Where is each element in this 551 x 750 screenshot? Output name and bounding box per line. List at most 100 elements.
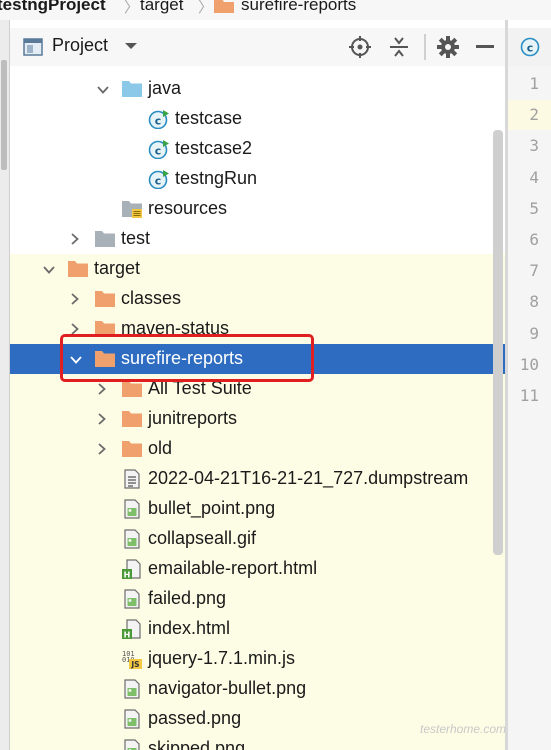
line-number: 10 xyxy=(519,354,539,374)
line-number: 8 xyxy=(529,292,539,312)
tree-row[interactable]: java xyxy=(10,74,505,104)
java-class-icon: c xyxy=(148,109,170,130)
tree-row[interactable]: skipped.png xyxy=(10,734,505,750)
svg-text:c: c xyxy=(155,115,162,128)
chevron-right-icon[interactable] xyxy=(70,322,80,335)
breadcrumb-target[interactable]: target xyxy=(140,0,183,15)
chevron-right-icon[interactable] xyxy=(70,232,80,245)
line-number: 6 xyxy=(529,230,539,249)
line-number: 11 xyxy=(519,386,539,405)
tree-row-label: junitreports xyxy=(148,408,238,428)
crosshair-icon[interactable] xyxy=(348,35,372,59)
svg-text:c: c xyxy=(155,175,162,188)
folder-gray-icon xyxy=(94,229,116,249)
tree-row[interactable]: collapseall.gif xyxy=(10,524,505,554)
tree-row-label: classes xyxy=(121,288,182,308)
tree-row[interactable]: 2022-04-21T16-21-21_727.dumpstream xyxy=(10,464,505,494)
tree-row-label: bullet_point.png xyxy=(148,498,276,518)
left-tool-strip[interactable] xyxy=(0,20,10,750)
tree-row[interactable]: Hemailable-report.html xyxy=(10,554,505,584)
tree-row[interactable]: test xyxy=(10,224,505,254)
image-file-icon xyxy=(121,529,143,549)
tree-row-label: index.html xyxy=(148,618,231,638)
tree-row[interactable]: target xyxy=(10,254,505,284)
svg-text:H: H xyxy=(124,631,131,640)
project-panel-header: Project xyxy=(10,28,505,66)
line-number: 3 xyxy=(529,136,539,156)
html-file-icon: H xyxy=(121,619,143,640)
text-file-icon xyxy=(121,469,143,489)
html-file-icon: H xyxy=(121,559,143,580)
tree-row-label: jquery-1.7.1.min.js xyxy=(148,648,296,668)
chevron-right-icon[interactable] xyxy=(97,442,107,455)
folder-orange-icon xyxy=(67,259,89,279)
project-view-title[interactable]: Project xyxy=(52,35,108,56)
folder-orange-icon xyxy=(121,439,143,459)
breadcrumb-project[interactable]: testngProject xyxy=(0,0,106,15)
tree-row[interactable]: c testngRun xyxy=(10,164,505,194)
line-number: 1 xyxy=(529,74,539,93)
collapse-all-icon[interactable] xyxy=(387,35,411,59)
line-number: 7 xyxy=(529,261,539,281)
tree-row[interactable]: navigator-bullet.png xyxy=(10,674,505,704)
tree-row[interactable]: c testcase2 xyxy=(10,134,505,164)
tree-row-label: target xyxy=(94,258,141,278)
image-file-icon xyxy=(121,679,143,699)
tree-row-label: testngRun xyxy=(175,168,258,188)
java-class-icon[interactable]: c xyxy=(520,37,542,57)
tree-scrollbar-thumb[interactable] xyxy=(493,130,503,555)
line-number: 9 xyxy=(529,323,539,343)
chevron-down-icon[interactable] xyxy=(124,39,138,51)
folder-orange-icon xyxy=(94,289,116,309)
tree-row[interactable]: 101 010 JS jquery-1.7.1.min.js xyxy=(10,644,505,674)
tree-row-label: skipped.png xyxy=(148,738,246,750)
tree-row-label: testcase xyxy=(175,108,243,128)
chevron-right-icon[interactable] xyxy=(97,382,107,395)
tree-row-label: navigator-bullet.png xyxy=(148,678,307,698)
chevron-right-icon[interactable] xyxy=(70,292,80,305)
tree-row[interactable]: bullet_point.png xyxy=(10,494,505,524)
folder-orange-icon xyxy=(121,379,143,399)
tree-row[interactable]: resources xyxy=(10,194,505,224)
js-file-icon: 101 010 JS xyxy=(121,649,143,669)
java-class-icon: c xyxy=(148,169,170,190)
tree-row-label: old xyxy=(148,438,173,458)
tree-row[interactable]: old xyxy=(10,434,505,464)
image-file-icon xyxy=(121,709,143,729)
tree-row[interactable]: classes xyxy=(10,284,505,314)
chevron-right-icon[interactable] xyxy=(97,412,107,425)
tree-row[interactable]: junitreports xyxy=(10,404,505,434)
tree-row-label: testcase2 xyxy=(175,138,253,158)
folder-orange-icon xyxy=(121,409,143,429)
tree-row[interactable]: Hindex.html xyxy=(10,614,505,644)
svg-text:c: c xyxy=(155,145,162,158)
tree-row-label: failed.png xyxy=(148,588,227,608)
java-class-icon: c xyxy=(148,139,170,160)
tree-row-label: emailable-report.html xyxy=(148,558,318,578)
tree-row-label: 2022-04-21T16-21-21_727.dumpstream xyxy=(148,468,469,488)
annotation-highlight-box xyxy=(60,334,314,382)
line-number: 2 xyxy=(529,105,539,125)
tree-row[interactable]: c testcase xyxy=(10,104,505,134)
chevron-down-icon[interactable] xyxy=(43,262,55,274)
minimize-icon[interactable] xyxy=(476,45,494,48)
breadcrumb-separator-icon: 〉 xyxy=(198,0,214,16)
image-file-icon xyxy=(121,739,143,750)
svg-text:JS: JS xyxy=(130,660,139,669)
line-number: 4 xyxy=(529,167,539,187)
project-view-icon xyxy=(23,38,43,56)
breadcrumb-current[interactable]: surefire-reports xyxy=(241,0,356,15)
tree-row[interactable]: failed.png xyxy=(10,584,505,614)
toolbar-divider xyxy=(424,34,426,60)
tree-row-label: java xyxy=(148,78,182,98)
folder-blue-icon xyxy=(121,79,143,99)
chevron-down-icon[interactable] xyxy=(97,82,109,94)
editor-tab-bar: c xyxy=(508,28,551,67)
tree-row-label: passed.png xyxy=(148,708,242,728)
breadcrumb-separator-icon: 〉 xyxy=(124,0,140,16)
project-tree: java c testcase c testcase2 c testngRun resourc… xyxy=(10,66,505,750)
resources-folder-icon xyxy=(121,199,143,219)
image-file-icon xyxy=(121,499,143,519)
tool-window-tab[interactable] xyxy=(1,60,7,170)
gear-icon[interactable] xyxy=(436,35,460,59)
